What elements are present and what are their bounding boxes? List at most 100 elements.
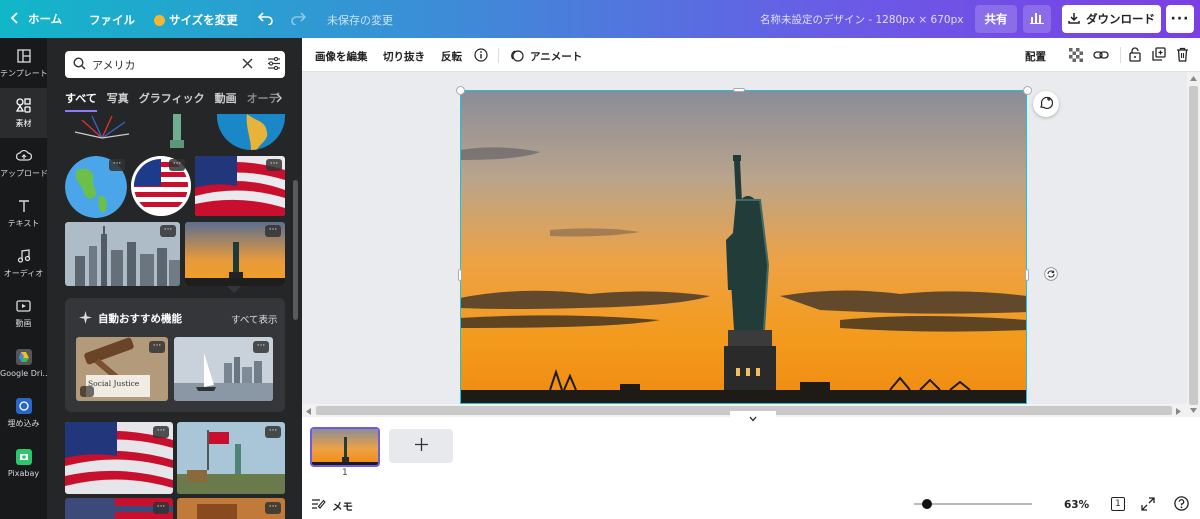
pages-strip: 1 xyxy=(302,411,1200,489)
rail-item-text[interactable]: テキスト xyxy=(0,188,47,238)
download-button[interactable]: ダウンロード xyxy=(1062,5,1161,33)
design-title[interactable]: 名称未設定のデザイン - 1280px × 670px xyxy=(760,12,963,27)
position-button[interactable]: 配置 xyxy=(1025,49,1046,64)
resize-button[interactable]: サイズを変更 xyxy=(154,12,238,28)
rail-label: 動画 xyxy=(15,318,32,328)
resize-handle[interactable] xyxy=(1025,269,1029,281)
more-options-button[interactable]: ··· xyxy=(253,341,269,353)
fullscreen-icon[interactable] xyxy=(1141,497,1155,514)
animate-button[interactable]: アニメート xyxy=(530,49,582,64)
edit-image-button[interactable]: 画像を編集 xyxy=(315,49,368,64)
more-options-button[interactable]: ··· xyxy=(169,159,185,171)
home-button[interactable]: ホーム xyxy=(10,11,62,27)
toolbar-divider xyxy=(1120,47,1121,63)
rotate-icon[interactable] xyxy=(1044,267,1058,284)
transparency-icon[interactable] xyxy=(1069,48,1083,65)
download-label: ダウンロード xyxy=(1086,12,1155,26)
redo-icon xyxy=(290,12,307,28)
show-all-link[interactable]: すべて表示 xyxy=(231,312,277,326)
rail-item-templates[interactable]: テンプレート xyxy=(0,38,47,88)
hide-pages-button[interactable] xyxy=(730,411,776,423)
clear-search-icon[interactable] xyxy=(242,58,253,72)
statue-of-liberty-graphic[interactable] xyxy=(162,114,192,148)
resize-label: サイズを変更 xyxy=(169,13,238,27)
rail-item-google-drive[interactable]: Google Dri... xyxy=(0,338,47,388)
filter-icon[interactable] xyxy=(267,56,281,73)
duplicate-icon[interactable] xyxy=(1152,47,1166,64)
globe-americas-graphic[interactable] xyxy=(217,114,285,150)
more-options-button[interactable]: ··· xyxy=(149,341,165,353)
chevron-left-icon xyxy=(10,11,20,27)
unsaved-status: 未保存の変更 xyxy=(327,14,393,27)
zoom-slider-knob[interactable] xyxy=(921,499,932,509)
rail-label: Pixabay xyxy=(7,468,40,478)
add-page-button[interactable] xyxy=(389,429,453,463)
rail-label: テンプレート xyxy=(0,68,47,78)
tab-videos[interactable]: 動画 xyxy=(215,90,237,112)
rail-item-video[interactable]: 動画 xyxy=(0,288,47,338)
page-count-button[interactable]: 1 xyxy=(1111,497,1125,511)
category-tabs: すべて 写真 グラフィック 動画 オーデ xyxy=(65,90,290,112)
redo-button[interactable] xyxy=(290,11,307,28)
unlock-icon[interactable] xyxy=(1129,47,1141,65)
animate-icon xyxy=(510,48,524,65)
home-label: ホーム xyxy=(28,12,63,26)
fireworks-graphic[interactable] xyxy=(67,114,137,144)
resize-handle[interactable] xyxy=(458,269,462,281)
notes-button[interactable]: メモ xyxy=(332,499,353,514)
flip-button[interactable]: 反転 xyxy=(441,49,462,64)
resize-handle[interactable] xyxy=(733,88,745,92)
search-box[interactable] xyxy=(65,51,285,78)
more-options-button[interactable]: ··· xyxy=(266,159,282,171)
rail-label: アップロード xyxy=(0,168,47,178)
vertical-scrollbar[interactable] xyxy=(1187,72,1200,417)
search-input[interactable] xyxy=(92,58,232,71)
tab-all[interactable]: すべて xyxy=(65,90,97,112)
more-options-button[interactable]: ··· xyxy=(153,502,169,514)
statue-of-liberty-sunset-image[interactable] xyxy=(460,90,1027,404)
page-thumbnail[interactable] xyxy=(310,427,380,467)
rail-item-elements[interactable]: 素材 xyxy=(0,88,47,138)
rail-label: 素材 xyxy=(15,118,32,128)
add-comment-button[interactable] xyxy=(1033,91,1059,117)
more-options-button[interactable]: ··· xyxy=(109,159,125,171)
more-options-button[interactable]: ··· xyxy=(265,426,281,438)
tab-graphics[interactable]: グラフィック xyxy=(139,90,205,112)
rail-item-embed[interactable]: 埋め込み xyxy=(0,388,47,438)
image-toolbar: 画像を編集 切り抜き 反転 アニメート 配置 xyxy=(302,38,1200,72)
template-icon xyxy=(16,48,32,64)
canvas-area xyxy=(302,72,1187,404)
rail-item-pixabay[interactable]: Pixabay xyxy=(0,438,47,488)
rail-label: オーディオ xyxy=(3,268,44,278)
panel-scrollbar[interactable] xyxy=(293,180,298,320)
resize-handle[interactable] xyxy=(1023,86,1032,95)
elements-icon xyxy=(16,98,32,114)
zoom-level[interactable]: 63% xyxy=(1064,499,1089,511)
zoom-slider[interactable] xyxy=(914,499,1032,509)
embed-icon xyxy=(15,397,32,414)
download-icon xyxy=(1068,12,1080,27)
more-options-button[interactable]: ··· xyxy=(265,502,281,514)
undo-button[interactable] xyxy=(257,11,274,28)
file-menu[interactable]: ファイル xyxy=(89,12,135,28)
resize-handle[interactable] xyxy=(456,86,465,95)
more-options-button[interactable]: ··· xyxy=(153,426,169,438)
help-icon[interactable] xyxy=(1174,496,1189,514)
bar-chart-icon xyxy=(1030,11,1044,27)
crop-button[interactable]: 切り抜き xyxy=(383,49,425,64)
rail-item-uploads[interactable]: アップロード xyxy=(0,138,47,188)
info-icon[interactable] xyxy=(474,48,488,65)
trash-icon[interactable] xyxy=(1176,47,1189,65)
tab-photos[interactable]: 写真 xyxy=(107,90,129,112)
more-options-button[interactable]: ··· xyxy=(265,225,281,237)
tabs-next-icon[interactable] xyxy=(276,93,283,106)
rail-item-audio[interactable]: オーディオ xyxy=(0,238,47,288)
link-icon[interactable] xyxy=(1093,48,1109,65)
more-options-button[interactable]: ··· xyxy=(160,225,176,237)
more-button[interactable]: ··· xyxy=(1166,5,1194,33)
share-button[interactable]: 共有 xyxy=(975,5,1017,33)
tab-audio[interactable]: オーデ xyxy=(247,90,280,112)
insights-button[interactable] xyxy=(1023,5,1051,33)
page-count: 1 xyxy=(1115,499,1121,509)
more-dots-icon: ··· xyxy=(1170,11,1190,27)
